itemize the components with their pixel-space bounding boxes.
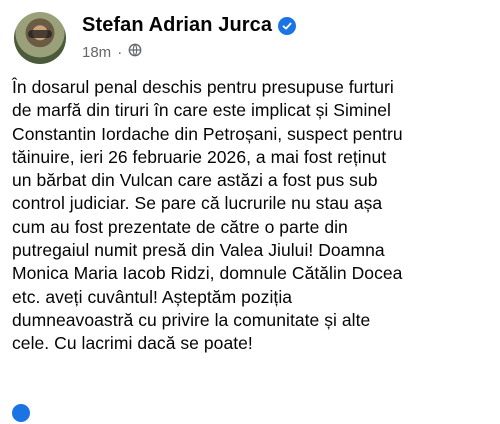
author-name[interactable]: Stefan Adrian Jurca — [82, 14, 272, 37]
facebook-post: Stefan Adrian Jurca 18m · În dosarul pen… — [0, 0, 500, 422]
verified-badge-icon — [278, 16, 297, 35]
meta-separator: · — [117, 43, 123, 61]
reactions-bar — [12, 404, 488, 424]
post-body-text: În dosarul penal deschis pentru presupus… — [12, 77, 403, 354]
post-timestamp[interactable]: 18m — [82, 44, 111, 61]
post-subline: 18m · — [82, 43, 296, 61]
post-header: Stefan Adrian Jurca 18m · — [14, 12, 297, 64]
like-reaction-icon[interactable] — [12, 404, 30, 422]
avatar[interactable] — [14, 12, 66, 64]
post-meta: Stefan Adrian Jurca 18m · — [82, 14, 297, 61]
author-row: Stefan Adrian Jurca — [82, 14, 297, 37]
globe-icon — [128, 43, 142, 61]
